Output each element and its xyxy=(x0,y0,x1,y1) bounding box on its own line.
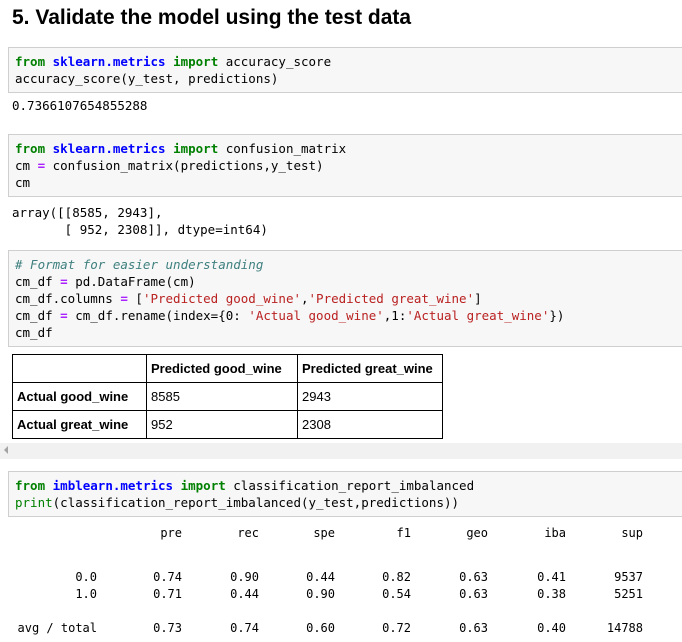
section-heading: 5. Validate the model using the test dat… xyxy=(12,6,412,29)
table-cell: 952 xyxy=(146,410,298,439)
report-cell: 0.44 xyxy=(230,586,259,601)
report-cell: 0.38 xyxy=(537,586,566,601)
table-cell: 2943 xyxy=(297,382,443,411)
report-cell: 0.74 xyxy=(230,620,259,635)
row-header: Actual good_wine xyxy=(12,382,147,411)
code-line: cm xyxy=(15,175,31,190)
report-header: iba xyxy=(544,525,566,540)
report-cell: 0.63 xyxy=(459,620,488,635)
report-cell: 0.63 xyxy=(459,586,488,601)
horizontal-scrollbar[interactable] xyxy=(0,443,682,459)
report-header: f1 xyxy=(396,525,411,540)
report-cell: 0.63 xyxy=(459,569,488,584)
report-row-label: avg / total xyxy=(17,620,97,635)
report-cell: 5251 xyxy=(614,586,643,601)
report-row: 1.0 0.71 0.44 0.90 0.54 0.63 0.38 5251 xyxy=(0,585,643,602)
code-line: cm_df xyxy=(15,325,53,340)
table-row: Actual good_wine 8585 2943 xyxy=(12,382,443,411)
output-accuracy: 0.7366107654855288 xyxy=(12,98,148,113)
table-cell: 8585 xyxy=(146,382,298,411)
code-cell-confusion-matrix[interactable]: from sklearn.metrics import confusion_ma… xyxy=(8,134,682,197)
report-header-row: pre rec spe f1 geo iba sup xyxy=(0,524,643,541)
report-cell: 0.71 xyxy=(153,586,182,601)
code-comment: # Format for easier understanding xyxy=(15,257,264,272)
code-cell-classification-report[interactable]: from imblearn.metrics import classificat… xyxy=(8,471,682,517)
report-cell: 0.44 xyxy=(306,569,335,584)
report-cell: 0.82 xyxy=(382,569,411,584)
table-corner xyxy=(12,354,147,383)
report-row: 0.0 0.74 0.90 0.44 0.82 0.63 0.41 9537 xyxy=(0,568,643,585)
report-cell: 9537 xyxy=(614,569,643,584)
code-line: print(classification_report_imbalanced(y… xyxy=(15,495,460,510)
table-row: Actual great_wine 952 2308 xyxy=(12,410,443,439)
report-cell: 0.72 xyxy=(382,620,411,635)
row-header: Actual great_wine xyxy=(12,410,147,439)
confusion-dataframe: Predicted good_wine Predicted great_wine… xyxy=(12,354,443,439)
output-array-line: [ 952, 2308]], dtype=int64) xyxy=(12,222,268,237)
report-cell: 14788 xyxy=(606,620,643,635)
code-line: cm_df = cm_df.rename(index={0: 'Actual g… xyxy=(15,308,565,323)
code-line: from sklearn.metrics import confusion_ma… xyxy=(15,141,347,156)
report-cell: 0.54 xyxy=(382,586,411,601)
code-line: cm_df.columns = ['Predicted good_wine','… xyxy=(15,291,482,306)
scroll-left-arrow-icon[interactable] xyxy=(4,446,8,454)
report-row-label: 0.0 xyxy=(75,569,97,584)
report-row-label: 1.0 xyxy=(75,586,97,601)
classification-report: pre rec spe f1 geo iba sup 0.0 0.74 0.90… xyxy=(0,524,643,636)
code-cell-dataframe[interactable]: # Format for easier understanding cm_df … xyxy=(8,250,682,347)
report-cell: 0.74 xyxy=(153,569,182,584)
code-line: from imblearn.metrics import classificat… xyxy=(15,478,475,493)
report-header: spe xyxy=(313,525,335,540)
report-cell: 0.90 xyxy=(306,586,335,601)
report-cell: 0.73 xyxy=(153,620,182,635)
code-line: from sklearn.metrics import accuracy_sco… xyxy=(15,54,332,69)
report-header: sup xyxy=(621,525,643,540)
report-cell: 0.41 xyxy=(537,569,566,584)
code-line: accuracy_score(y_test, predictions) xyxy=(15,71,279,86)
table-cell: 2308 xyxy=(297,410,443,439)
report-cell: 0.40 xyxy=(537,620,566,635)
code-cell-accuracy[interactable]: from sklearn.metrics import accuracy_sco… xyxy=(8,47,682,93)
report-cell: 0.90 xyxy=(230,569,259,584)
output-array-line: array([[8585, 2943], xyxy=(12,205,163,220)
code-line: cm_df = pd.DataFrame(cm) xyxy=(15,274,196,289)
column-header: Predicted good_wine xyxy=(146,354,298,383)
report-total-row: avg / total 0.73 0.74 0.60 0.72 0.63 0.4… xyxy=(0,619,643,636)
report-header: geo xyxy=(466,525,488,540)
table-header-row: Predicted good_wine Predicted great_wine xyxy=(12,354,443,383)
report-header: rec xyxy=(237,525,259,540)
report-corner xyxy=(0,524,97,541)
report-header: pre xyxy=(160,525,182,540)
column-header: Predicted great_wine xyxy=(297,354,443,383)
code-line: cm = confusion_matrix(predictions,y_test… xyxy=(15,158,324,173)
report-cell: 0.60 xyxy=(306,620,335,635)
